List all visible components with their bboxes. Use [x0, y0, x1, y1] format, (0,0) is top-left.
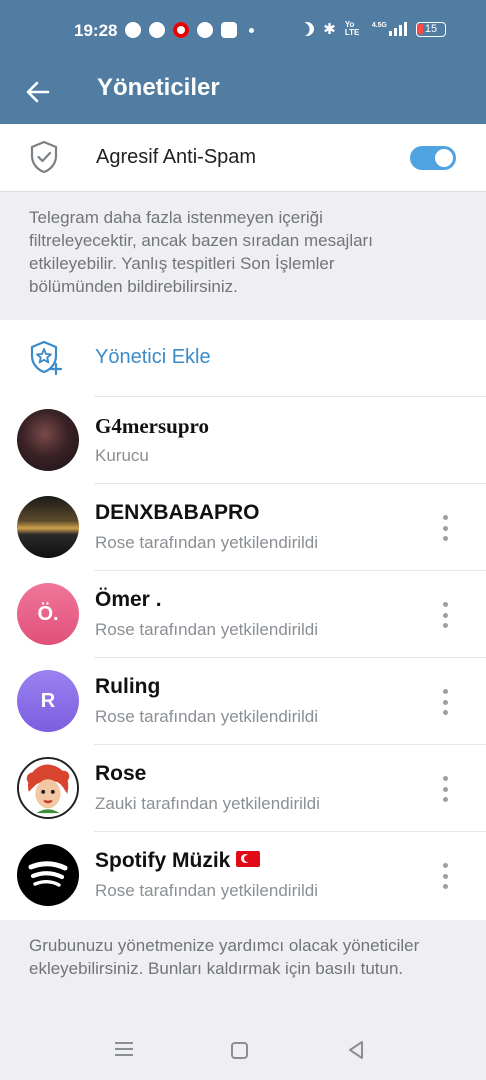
add-admin-label: Yönetici Ekle: [95, 346, 211, 368]
admin-row[interactable]: DENXBABAPRO Rose tarafından yetkilendiri…: [0, 484, 486, 571]
app-notification-icon: [221, 22, 237, 38]
spotify-logo-icon: [28, 861, 68, 887]
admin-avatar: [17, 409, 79, 471]
toolbar: Yöneticiler: [0, 62, 486, 124]
notification-icons: [125, 22, 254, 38]
signal-icon: 4.5G: [372, 22, 407, 36]
antispam-description: Telegram daha fazla istenmeyen içeriği f…: [29, 208, 373, 296]
pinterest-notification-icon: [197, 22, 213, 38]
telegram-notification-icon: [125, 22, 141, 38]
do-not-disturb-icon: [298, 19, 317, 38]
admin-name: DENXBABAPRO: [95, 501, 260, 524]
net-speed-label: 4.5G: [371, 22, 387, 29]
admin-row[interactable]: G4mersupro Kurucu: [0, 397, 486, 484]
more-options-icon[interactable]: [440, 515, 450, 541]
admin-avatar: [17, 496, 79, 558]
add-admin-button[interactable]: Yönetici Ekle: [0, 320, 486, 396]
more-options-icon[interactable]: [440, 863, 450, 889]
antispam-toggle[interactable]: [410, 146, 456, 170]
volte-icon: Yo LTE: [344, 20, 360, 37]
system-nav-bar: [0, 1020, 486, 1080]
admin-role: Rose tarafından yetkilendirildi: [95, 881, 319, 900]
admin-role: Rose tarafından yetkilendirildi: [95, 620, 319, 639]
recent-apps-icon[interactable]: [115, 1042, 133, 1056]
admin-avatar: R: [17, 670, 79, 732]
admin-avatar: Ö.: [17, 583, 79, 645]
admin-avatar: [17, 757, 79, 819]
page-title: Yöneticiler: [97, 74, 220, 101]
nav-back-icon[interactable]: [347, 1040, 365, 1060]
admin-row[interactable]: Rose Zauki tarafından yetkilendirildi: [0, 745, 486, 832]
status-time: 19:28: [74, 21, 118, 40]
admin-name-text: Spotify Müzik: [95, 849, 231, 872]
admin-row[interactable]: Ö. Ömer . Rose tarafından yetkilendirild…: [0, 571, 486, 658]
admin-row[interactable]: R Ruling Rose tarafından yetkilendirildi: [0, 658, 486, 745]
home-icon[interactable]: [231, 1042, 248, 1059]
battery-level: 15: [424, 22, 438, 35]
more-options-icon[interactable]: [440, 776, 450, 802]
admin-row[interactable]: Spotify Müzik Rose tarafından yetkilendi…: [0, 832, 486, 919]
admin-name: Spotify Müzik: [95, 849, 261, 873]
admins-card: Yönetici Ekle G4mersupro Kurucu DENXBABA…: [0, 320, 486, 920]
bluetooth-icon: ✱: [323, 21, 336, 38]
vodafone-notification-icon: [173, 22, 189, 38]
antispam-label: Agresif Anti-Spam: [96, 146, 257, 168]
back-arrow-icon[interactable]: [24, 78, 52, 106]
admin-name: Rose: [95, 762, 147, 785]
more-options-icon[interactable]: [440, 689, 450, 715]
more-notifications-dot: [249, 27, 254, 33]
toggle-knob: [433, 147, 455, 169]
shield-check-icon: [30, 140, 58, 174]
admins-footer-text: Grubunuzu yönetmenize yardımcı olacak yö…: [29, 936, 420, 978]
redhead-avatar-icon: [19, 759, 77, 817]
battery-icon: 15: [416, 21, 446, 37]
admin-name: G4mersupro: [95, 414, 209, 438]
admin-role: Rose tarafından yetkilendirildi: [95, 533, 319, 552]
admin-name: Ruling: [95, 675, 161, 698]
turkey-flag-icon: [236, 851, 261, 868]
admin-name: Ömer .: [95, 588, 162, 611]
antispam-row[interactable]: Agresif Anti-Spam: [0, 124, 486, 192]
system-icons: ✱ Yo LTE 4.5G 15: [300, 20, 446, 38]
admin-role: Zauki tarafından yetkilendirildi: [95, 794, 320, 813]
admin-avatar: [17, 844, 79, 906]
admin-role: Rose tarafından yetkilendirildi: [95, 707, 319, 726]
status-bar: 19:28 ✱ Yo LTE 4.5G 15: [0, 0, 486, 62]
admin-role: Kurucu: [95, 446, 149, 465]
more-options-icon[interactable]: [440, 602, 450, 628]
bip-notification-icon: [149, 22, 165, 38]
add-admin-shield-star-icon: [30, 340, 63, 376]
